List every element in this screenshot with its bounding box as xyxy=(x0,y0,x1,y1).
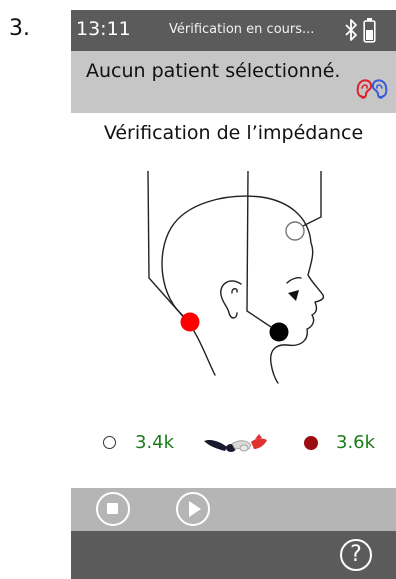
status-title: Vérification en cours... xyxy=(169,22,315,37)
status-bar: 13:11 Vérification en cours... xyxy=(71,10,396,51)
eye-mark xyxy=(288,290,299,301)
stop-icon xyxy=(107,503,118,514)
cheek-electrode xyxy=(269,322,289,342)
right-ear-icon xyxy=(371,79,388,99)
bottom-bar: ? xyxy=(71,531,396,579)
patient-bar[interactable]: Aucun patient sélectionné. xyxy=(71,51,396,113)
ears-indicator xyxy=(356,79,388,99)
impedance-readings: 3.4k 3.6k xyxy=(71,428,396,458)
stop-button[interactable] xyxy=(96,492,130,526)
mastoid-electrode xyxy=(180,312,200,332)
earbuds-icon xyxy=(204,434,267,452)
play-button[interactable] xyxy=(176,492,210,526)
bluetooth-icon xyxy=(345,19,357,41)
status-time: 13:11 xyxy=(76,18,131,40)
impedance-check-panel: Vérification de l’impédance 3.4k 3.6k xyxy=(71,113,396,488)
left-ear-icon xyxy=(356,79,373,99)
battery-icon xyxy=(363,18,376,43)
right-impedance-value: 3.6k xyxy=(336,432,376,453)
patient-status: Aucun patient sélectionné. xyxy=(86,60,341,82)
control-bar xyxy=(71,488,396,531)
forehead-electrode xyxy=(285,221,305,241)
left-impedance-value: 3.4k xyxy=(135,432,175,453)
right-electrode-indicator xyxy=(304,436,318,450)
play-icon xyxy=(189,501,201,517)
electrode-leads xyxy=(147,170,322,332)
device-screen: 13:11 Vérification en cours... Aucun pat… xyxy=(71,10,396,579)
help-button[interactable]: ? xyxy=(340,539,372,571)
left-electrode-indicator xyxy=(103,436,116,449)
step-number: 3. xyxy=(9,16,30,41)
